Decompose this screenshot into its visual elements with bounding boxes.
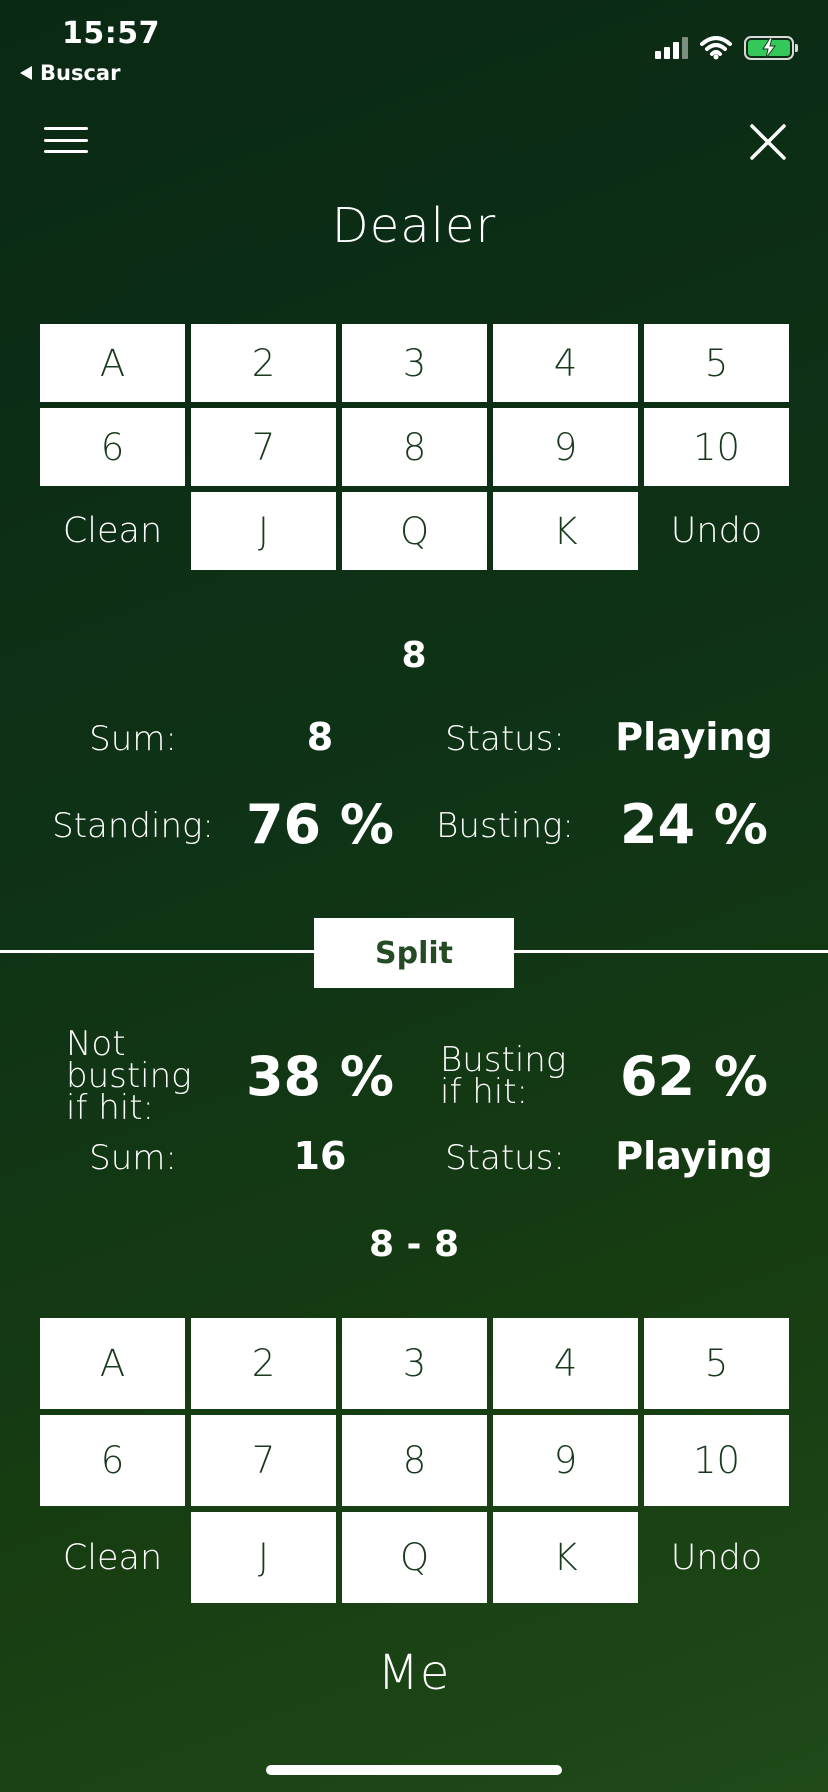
status-icons bbox=[655, 36, 798, 60]
back-link-label: Buscar bbox=[40, 61, 121, 85]
busting-if-hit-value: 62 % bbox=[619, 1045, 769, 1108]
me-card-q-button[interactable]: Q bbox=[342, 1512, 487, 1603]
dealer-card-k-button[interactable]: K bbox=[493, 492, 638, 570]
back-arrow-icon bbox=[20, 66, 32, 80]
me-status-value: Playing bbox=[615, 1134, 773, 1178]
me-card-7-button[interactable]: 7 bbox=[191, 1415, 336, 1506]
me-card-10-button[interactable]: 10 bbox=[644, 1415, 789, 1506]
dealer-status-label: Status: bbox=[445, 719, 565, 759]
standing-value: 76 % bbox=[245, 793, 395, 856]
busting-if-hit-label: Busting if hit: bbox=[440, 1040, 567, 1112]
busting-value: 24 % bbox=[619, 793, 769, 856]
me-title: Me bbox=[377, 1645, 451, 1701]
dealer-clean-button[interactable]: Clean bbox=[40, 492, 185, 570]
dealer-card-8-button[interactable]: 8 bbox=[342, 408, 487, 486]
not-busting-if-hit-label: Not busting if hit: bbox=[66, 1024, 192, 1128]
dealer-card-5-button[interactable]: 5 bbox=[644, 324, 789, 402]
standing-label: Standing: bbox=[52, 806, 214, 846]
dealer-card-keypad: A 2 3 4 5 6 7 8 9 10 Clean J Q K Undo bbox=[40, 324, 789, 570]
not-busting-value: 38 % bbox=[245, 1045, 395, 1108]
dealer-hand: 8 bbox=[401, 635, 427, 676]
me-card-3-button[interactable]: 3 bbox=[342, 1318, 487, 1409]
me-card-9-button[interactable]: 9 bbox=[493, 1415, 638, 1506]
dealer-card-6-button[interactable]: 6 bbox=[40, 408, 185, 486]
split-button[interactable]: Split bbox=[314, 918, 514, 988]
dealer-card-9-button[interactable]: 9 bbox=[493, 408, 638, 486]
me-sum-value: 16 bbox=[293, 1134, 347, 1178]
me-clean-button[interactable]: Clean bbox=[40, 1512, 185, 1603]
dealer-sum-value: 8 bbox=[306, 715, 334, 759]
me-card-6-button[interactable]: 6 bbox=[40, 1415, 185, 1506]
me-card-j-button[interactable]: J bbox=[191, 1512, 336, 1603]
me-card-2-button[interactable]: 2 bbox=[191, 1318, 336, 1409]
dealer-card-7-button[interactable]: 7 bbox=[191, 408, 336, 486]
dealer-sum-label: Sum: bbox=[89, 719, 177, 759]
hamburger-menu-icon[interactable] bbox=[44, 127, 88, 153]
dealer-title: Dealer bbox=[331, 198, 497, 254]
battery-charging-icon bbox=[744, 36, 798, 60]
dealer-undo-button[interactable]: Undo bbox=[644, 492, 789, 570]
me-card-k-button[interactable]: K bbox=[493, 1512, 638, 1603]
me-card-4-button[interactable]: 4 bbox=[493, 1318, 638, 1409]
dealer-card-4-button[interactable]: 4 bbox=[493, 324, 638, 402]
dealer-card-a-button[interactable]: A bbox=[40, 324, 185, 402]
me-card-keypad: A 2 3 4 5 6 7 8 9 10 Clean J Q K Undo bbox=[40, 1318, 789, 1603]
me-undo-button[interactable]: Undo bbox=[644, 1512, 789, 1603]
home-indicator[interactable] bbox=[266, 1765, 562, 1775]
busting-label: Busting: bbox=[436, 806, 574, 846]
me-card-a-button[interactable]: A bbox=[40, 1318, 185, 1409]
dealer-status-value: Playing bbox=[615, 715, 773, 759]
me-hand: 8 - 8 bbox=[368, 1224, 460, 1265]
dealer-card-j-button[interactable]: J bbox=[191, 492, 336, 570]
dealer-card-q-button[interactable]: Q bbox=[342, 492, 487, 570]
signal-icon bbox=[655, 37, 688, 59]
me-card-8-button[interactable]: 8 bbox=[342, 1415, 487, 1506]
dealer-card-2-button[interactable]: 2 bbox=[191, 324, 336, 402]
status-time: 15:57 bbox=[62, 16, 160, 51]
back-to-search-link[interactable]: Buscar bbox=[20, 61, 120, 85]
me-card-5-button[interactable]: 5 bbox=[644, 1318, 789, 1409]
close-icon[interactable] bbox=[748, 122, 788, 162]
me-status-label: Status: bbox=[445, 1138, 565, 1178]
wifi-icon bbox=[700, 36, 732, 60]
me-sum-label: Sum: bbox=[89, 1138, 177, 1178]
dealer-card-10-button[interactable]: 10 bbox=[644, 408, 789, 486]
dealer-card-3-button[interactable]: 3 bbox=[342, 324, 487, 402]
